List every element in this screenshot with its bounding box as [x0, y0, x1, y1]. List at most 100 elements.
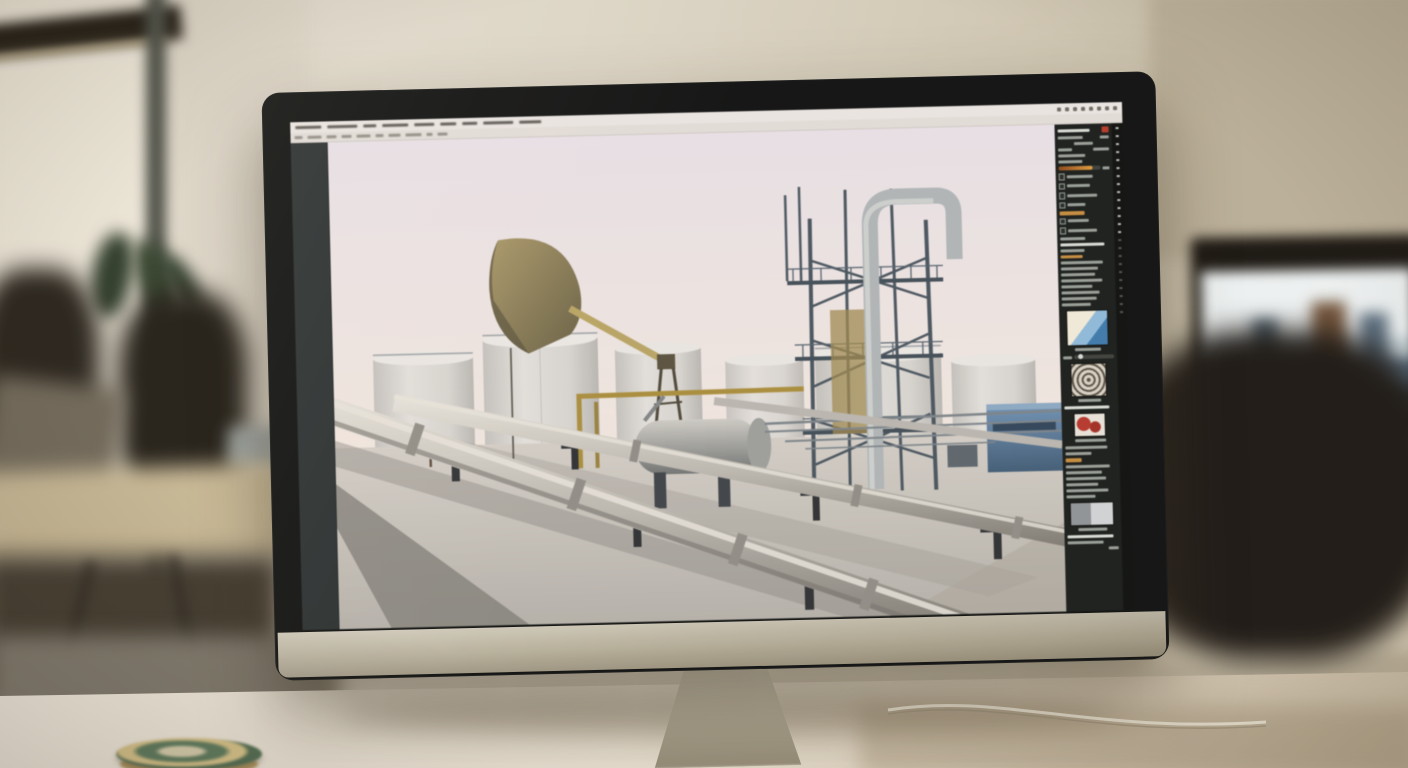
panel-row[interactable] [1057, 126, 1109, 133]
menu-item[interactable] [462, 122, 477, 125]
panel-row[interactable] [1064, 405, 1116, 409]
panel-section-header[interactable] [1060, 254, 1112, 259]
panel-row[interactable] [1059, 182, 1111, 190]
panel-row[interactable] [1058, 159, 1110, 163]
toolbar-item[interactable] [375, 134, 383, 137]
slider-handle[interactable] [1079, 354, 1084, 359]
scroll-tick[interactable] [1117, 175, 1120, 177]
scroll-tick[interactable] [1117, 191, 1120, 193]
panel-row[interactable] [1067, 546, 1119, 550]
scroll-tick[interactable] [1116, 135, 1119, 137]
scroll-tick[interactable] [1117, 183, 1120, 185]
image-canvas[interactable] [327, 125, 1066, 630]
panel-thumbnail-block[interactable] [1063, 362, 1115, 402]
toolbar-item[interactable] [426, 133, 432, 136]
panel-row[interactable] [1060, 242, 1112, 246]
panel-row[interactable] [1067, 540, 1119, 544]
panel-row[interactable] [1066, 476, 1118, 480]
panel-row[interactable] [1066, 494, 1118, 498]
panel-row[interactable] [1060, 248, 1112, 252]
menu-item[interactable] [519, 120, 541, 124]
panel-row[interactable] [1063, 354, 1115, 359]
scroll-tick[interactable] [1116, 159, 1119, 161]
panel-slider[interactable] [1058, 166, 1101, 171]
panel-row[interactable] [1058, 172, 1110, 180]
panel-row[interactable] [1061, 296, 1113, 300]
menu-bar-icon[interactable] [1073, 107, 1077, 111]
panel-checkbox[interactable] [1059, 183, 1066, 190]
panel-row[interactable] [1061, 266, 1113, 270]
scroll-tick[interactable] [1120, 311, 1123, 313]
panel-row[interactable] [1059, 217, 1111, 225]
panel-checkbox[interactable] [1058, 173, 1065, 180]
panel-row[interactable] [1066, 488, 1118, 492]
scroll-tick[interactable] [1120, 295, 1123, 297]
menu-item[interactable] [382, 123, 408, 127]
red-texture-thumbnail[interactable] [1074, 412, 1107, 437]
panel-checkbox[interactable] [1059, 202, 1066, 209]
panel-row[interactable] [1061, 272, 1113, 276]
scroll-tick[interactable] [1118, 215, 1121, 217]
panel-row[interactable] [1065, 445, 1117, 449]
panel-row[interactable] [1059, 191, 1111, 199]
panel-row[interactable] [1058, 141, 1110, 145]
scroll-tick[interactable] [1117, 167, 1120, 169]
gradient-material-thumbnail[interactable] [1066, 309, 1109, 346]
menu-item[interactable] [483, 121, 513, 125]
toolbar-item[interactable] [405, 133, 421, 136]
menu-item[interactable] [414, 123, 434, 126]
scroll-tick[interactable] [1118, 247, 1121, 249]
panel-checkbox[interactable] [1059, 218, 1066, 225]
scroll-tick[interactable] [1116, 151, 1119, 153]
spiral-texture-thumbnail[interactable] [1071, 362, 1108, 397]
toolbar-item[interactable] [307, 136, 321, 139]
scroll-tick[interactable] [1120, 303, 1123, 305]
menu-item[interactable] [327, 125, 357, 129]
panel-row[interactable] [1058, 165, 1110, 170]
panel-row[interactable] [1065, 451, 1117, 455]
scroll-tick[interactable] [1118, 223, 1121, 225]
scroll-tick[interactable] [1116, 143, 1119, 145]
menu-bar-icon[interactable] [1089, 106, 1093, 110]
menu-bar-icon[interactable] [1065, 107, 1069, 111]
panel-thumbnail-block[interactable] [1062, 309, 1114, 351]
scroll-tick[interactable] [1119, 271, 1122, 273]
panel-row[interactable] [1060, 236, 1112, 240]
panel-row[interactable] [1066, 482, 1118, 486]
scroll-tick[interactable] [1119, 263, 1122, 265]
menu-bar-icon[interactable] [1081, 106, 1085, 110]
panel-row[interactable] [1060, 226, 1112, 234]
panel-section-header[interactable] [1065, 457, 1117, 462]
panel-row[interactable] [1065, 464, 1117, 468]
menu-item[interactable] [363, 124, 376, 127]
toolbar-item[interactable] [437, 132, 447, 135]
menu-item[interactable] [295, 126, 321, 130]
scroll-tick[interactable] [1117, 199, 1120, 201]
menu-bar-status-icons[interactable] [1057, 106, 1117, 111]
scroll-tick[interactable] [1119, 287, 1122, 289]
panel-thumbnail-block[interactable] [1066, 501, 1118, 531]
panel-row[interactable] [1066, 470, 1118, 474]
menu-item[interactable] [440, 122, 456, 125]
toolbar-item[interactable] [356, 134, 370, 137]
toolbar-item[interactable] [341, 135, 351, 138]
grayscale-thumbnail[interactable] [1070, 501, 1115, 526]
scroll-tick[interactable] [1118, 239, 1121, 241]
panel-row[interactable] [1067, 534, 1119, 538]
panel-row[interactable] [1061, 290, 1113, 294]
panel-row[interactable] [1057, 135, 1109, 139]
toolbar-item[interactable] [326, 135, 336, 138]
panel-slider[interactable] [1074, 354, 1115, 359]
menu-bar-icon[interactable] [1113, 106, 1117, 110]
scroll-tick[interactable] [1118, 231, 1121, 233]
menu-bar-icon[interactable] [1057, 107, 1061, 111]
panel-row[interactable] [1061, 278, 1113, 282]
panel-row[interactable] [1061, 302, 1113, 306]
panel-thumbnail-block[interactable] [1064, 412, 1116, 442]
scroll-tick[interactable] [1118, 207, 1121, 209]
scroll-tick[interactable] [1119, 279, 1122, 281]
panel-row[interactable] [1058, 153, 1110, 157]
panel-close-icon[interactable] [1102, 126, 1109, 132]
panel-row[interactable] [1059, 201, 1111, 209]
panel-row[interactable] [1058, 147, 1110, 151]
